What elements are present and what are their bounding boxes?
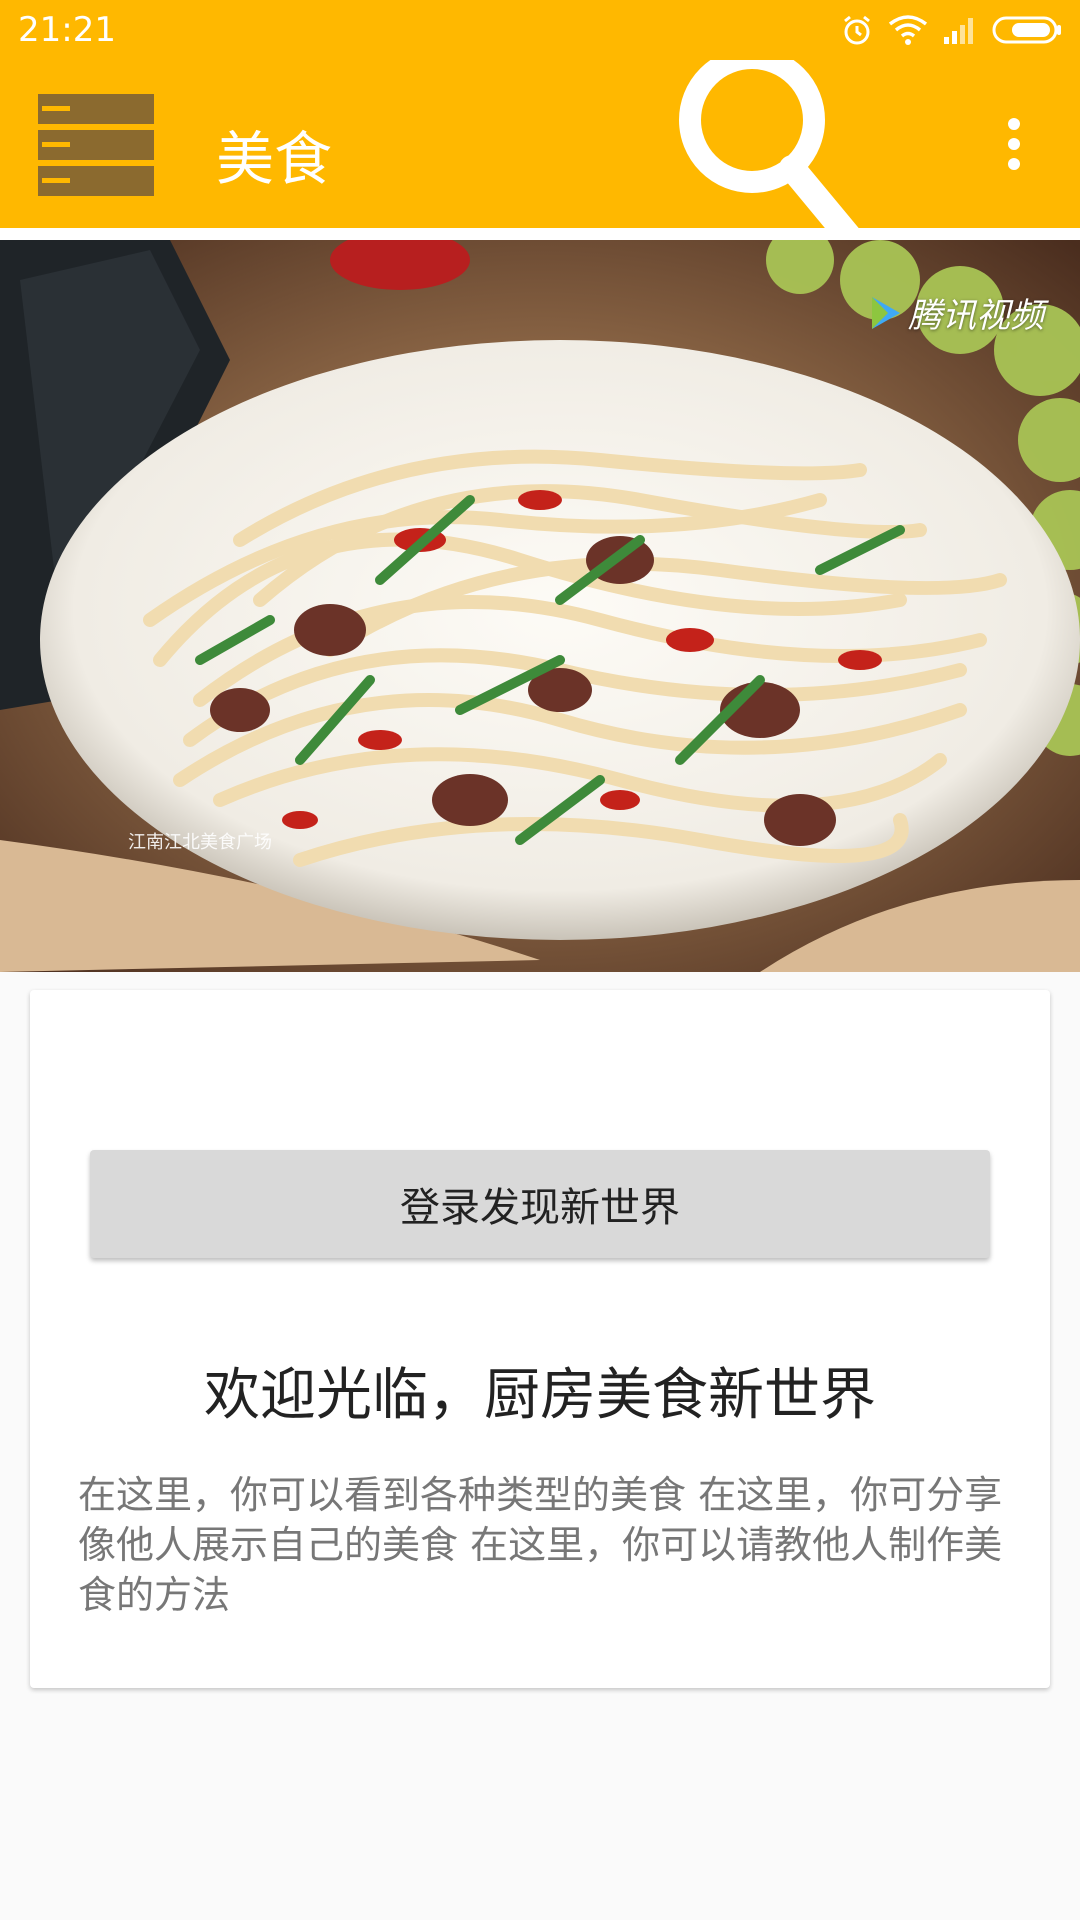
toolbar-divider — [0, 228, 1080, 240]
login-button[interactable]: 登录发现新世界 — [90, 1150, 990, 1258]
menu-icon[interactable] — [36, 90, 156, 200]
status-time: 21:21 — [18, 10, 116, 50]
page-title: 美食 — [216, 125, 333, 193]
video-caption: 江南江北美食广场 — [128, 832, 272, 853]
status-icons — [840, 12, 1062, 48]
app-toolbar: 美食 — [0, 60, 1080, 228]
welcome-title: 欢迎光临，厨房美食新世界 — [204, 1363, 876, 1428]
video-watermark: 腾讯视频 — [868, 288, 1044, 337]
battery-icon — [992, 14, 1062, 46]
welcome-description: 在这里，你可以看到各种类型的美食 在这里，你可分享像他人展示自己的美食 在这里，… — [78, 1473, 1003, 1617]
signal-icon — [942, 15, 978, 45]
more-vert-icon[interactable] — [1000, 116, 1028, 172]
search-icon[interactable] — [660, 60, 890, 228]
alarm-icon — [840, 13, 874, 47]
watermark-text: 腾讯视频 — [908, 296, 1044, 336]
hero-food-image: 腾讯视频 江南江北美食广场 — [0, 240, 1080, 972]
status-bar: 21:21 — [0, 0, 1080, 60]
welcome-card: 登录发现新世界 欢迎光临，厨房美食新世界 在这里，你可以看到各种类型的美食 在这… — [30, 990, 1050, 1688]
play-logo-icon — [872, 296, 900, 329]
wifi-icon — [888, 14, 928, 46]
